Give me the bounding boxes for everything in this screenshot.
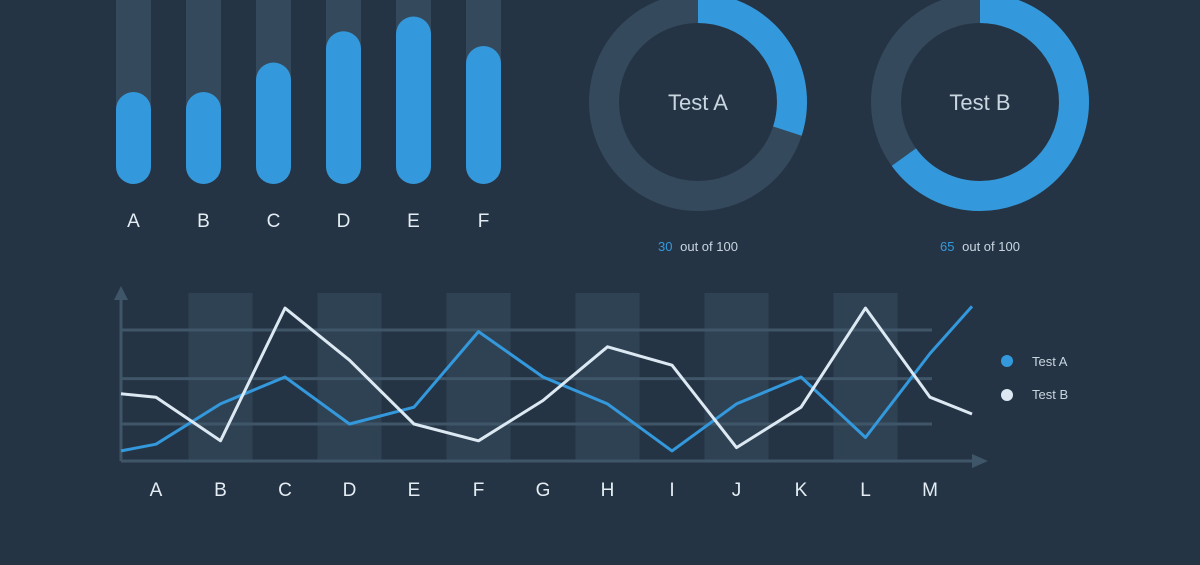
bar (326, 31, 361, 185)
column-band (704, 293, 769, 461)
bar-category-label: A (127, 211, 140, 232)
x-tick-label: H (601, 480, 615, 501)
bar-category-label: B (197, 211, 210, 232)
x-tick-label: G (536, 480, 551, 501)
x-tick-label: C (278, 480, 292, 501)
x-tick-label: F (473, 480, 485, 501)
bar-category-label: F (478, 211, 490, 232)
donut-caption: 65 out of 100 (940, 239, 1020, 254)
donut-chart-test-a: Test A 30 out of 100 (589, 0, 807, 254)
donut-caption-rest: out of 100 (680, 239, 738, 254)
y-axis-arrow (114, 286, 128, 300)
donut-caption: 30 out of 100 (658, 239, 738, 254)
x-axis-arrow (972, 454, 988, 468)
x-tick-label: I (669, 480, 674, 501)
bar (466, 46, 501, 184)
x-tick-labels: A B C D E F G H I J K L M (150, 480, 938, 501)
x-tick-label: E (408, 480, 421, 501)
legend-label-test-a: Test A (1032, 354, 1068, 369)
bar-category-label: E (407, 211, 420, 232)
bar-category-label: D (337, 211, 351, 232)
x-tick-label: D (343, 480, 357, 501)
donut-title: Test B (949, 90, 1010, 115)
x-tick-label: A (150, 480, 163, 501)
column-band (188, 293, 253, 461)
dashboard-canvas: A B C D E F Test A 30 out of 100 Test B 65 ou… (114, 0, 1089, 501)
legend-marker-test-b (1001, 389, 1013, 401)
bar (396, 16, 431, 185)
column-band (317, 293, 382, 461)
bar-chart: A B C D E F (116, 0, 501, 232)
legend-marker-test-a (1001, 355, 1013, 367)
donut-caption-rest: out of 100 (962, 239, 1020, 254)
donut-caption-value: 30 (658, 239, 672, 254)
bar (256, 62, 291, 185)
donut-title: Test A (668, 90, 728, 115)
bar (186, 92, 221, 184)
donut-chart-test-b: Test B 65 out of 100 (871, 0, 1089, 254)
bar-category-label: C (267, 211, 281, 232)
legend: Test A Test B (1001, 354, 1068, 402)
x-tick-label: L (860, 480, 871, 501)
line-chart: A B C D E F G H I J K L M Test A Test B (114, 286, 1068, 501)
legend-label-test-b: Test B (1032, 387, 1068, 402)
x-tick-label: M (922, 480, 938, 501)
x-tick-label: J (732, 480, 742, 501)
column-band (575, 293, 640, 461)
x-tick-label: B (214, 480, 227, 501)
bar (116, 92, 151, 184)
x-tick-label: K (795, 480, 808, 501)
donut-caption-value: 65 (940, 239, 954, 254)
